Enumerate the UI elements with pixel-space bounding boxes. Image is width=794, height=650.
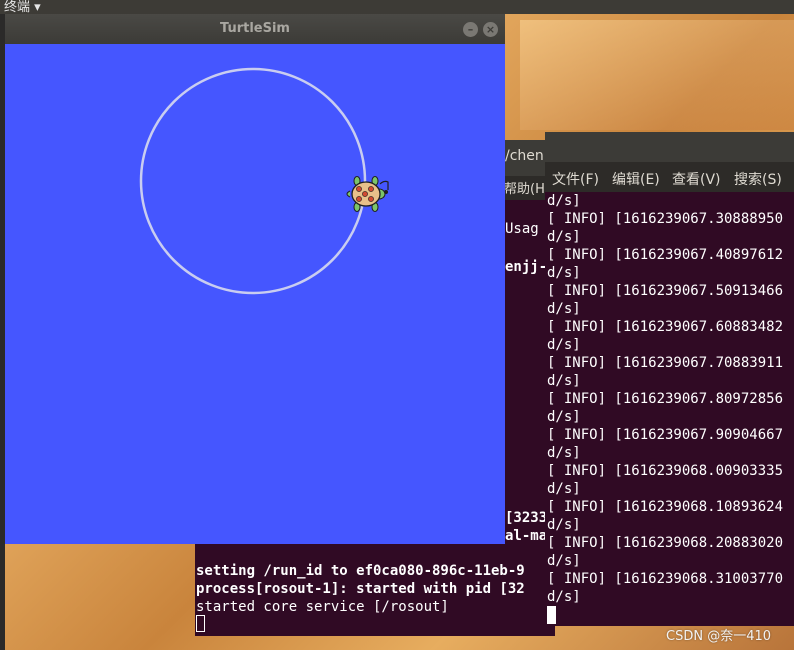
menu-file[interactable]: 文件(F) [552, 169, 599, 189]
log-line: [ INFO] [1616239068.31003770 [547, 571, 784, 587]
terminal-line: Usag [505, 221, 539, 237]
front-terminal-output[interactable]: d/s] [ INFO] [1616239067.30888950 d/s] [ IN… [545, 192, 794, 626]
terminal-line: enjj- [505, 259, 548, 275]
turtlesim-window[interactable]: TurtleSim – × [5, 14, 505, 544]
log-line: d/s] [547, 193, 581, 209]
back-terminal-title: /chen [505, 148, 544, 164]
menu-search[interactable]: 搜索(S) [734, 169, 782, 189]
log-line: [ INFO] [1616239068.00903335 [547, 463, 784, 479]
turtlesim-titlebar[interactable]: TurtleSim – × [5, 14, 505, 44]
terminal-line: started core service [/rosout] [196, 599, 449, 615]
minimize-button[interactable]: – [463, 22, 478, 37]
log-line: d/s] [547, 337, 581, 353]
menu-edit[interactable]: 编辑(E) [612, 169, 660, 189]
log-line: d/s] [547, 265, 581, 281]
log-line: [ INFO] [1616239067.80972856 [547, 391, 784, 407]
log-line: d/s] [547, 409, 581, 425]
terminal-line: [3233 [505, 510, 548, 526]
desktop-wallpaper [520, 20, 794, 130]
turtlesim-canvas[interactable] [5, 44, 505, 544]
log-line: d/s] [547, 301, 581, 317]
front-terminal-menubar: 文件(F) 编辑(E) 查看(V) 搜索(S) [545, 162, 794, 192]
terminal-cursor [547, 606, 556, 624]
log-line: [ INFO] [1616239067.50913466 [547, 283, 784, 299]
log-line: d/s] [547, 445, 581, 461]
menu-view[interactable]: 查看(V) [672, 169, 721, 189]
turtle-icon [346, 176, 386, 212]
log-line: [ INFO] [1616239067.30888950 [547, 211, 784, 227]
log-line: [ INFO] [1616239067.70883911 [547, 355, 784, 371]
top-panel: 终端 ▾ [0, 0, 794, 14]
terminal-line: al-ma [505, 528, 548, 544]
terminal-cursor [196, 615, 205, 632]
window-title: TurtleSim [220, 21, 290, 36]
close-button[interactable]: × [483, 22, 498, 37]
front-terminal-titlebar[interactable] [545, 132, 794, 162]
front-terminal-window[interactable]: 文件(F) 编辑(E) 查看(V) 搜索(S) d/s] [ INFO] [161… [545, 132, 794, 626]
log-line: d/s] [547, 553, 581, 569]
log-line: d/s] [547, 229, 581, 245]
log-line: [ INFO] [1616239067.60883482 [547, 319, 784, 335]
log-line: d/s] [547, 481, 581, 497]
log-line: [ INFO] [1616239067.90904667 [547, 427, 784, 443]
log-line: [ INFO] [1616239068.20883020 [547, 535, 784, 551]
terminal-line: setting /run_id to ef0ca080-896c-11eb-9 [196, 563, 525, 579]
music-note-dot [384, 190, 388, 194]
turtle-drawing [139, 67, 389, 295]
log-line: [ INFO] [1616239068.10893624 [547, 499, 784, 515]
log-line: d/s] [547, 517, 581, 533]
log-line: [ INFO] [1616239067.40897612 [547, 247, 784, 263]
menu-help[interactable]: 帮助(H [504, 178, 545, 197]
log-line: d/s] [547, 373, 581, 389]
watermark: CSDN @奈一410 [666, 629, 772, 644]
terminal-app-menu[interactable]: 终端 ▾ [4, 0, 41, 14]
music-note-icon [379, 180, 389, 190]
log-line: d/s] [547, 589, 581, 605]
turtle-path-circle [139, 67, 367, 295]
terminal-line: process[rosout-1]: started with pid [32 [196, 581, 525, 597]
